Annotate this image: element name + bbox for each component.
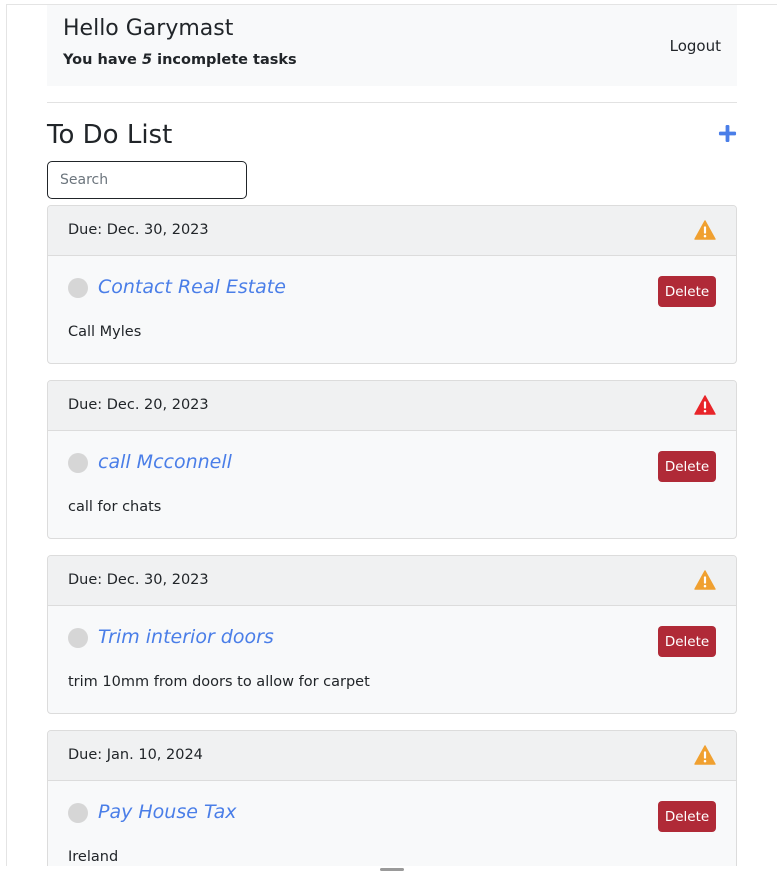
warning-orange-icon [694,570,716,590]
task-card-body: Pay House Tax Delete Ireland [48,781,736,866]
due-date: Due: Dec. 20, 2023 [68,397,209,413]
header-bar: Hello Garymast You have 5 incomplete tas… [47,5,737,86]
due-date: Due: Dec. 30, 2023 [68,222,209,238]
main-container: Hello Garymast You have 5 incomplete tas… [47,5,737,866]
delete-button[interactable]: Delete [658,276,716,307]
summary-suffix: incomplete tasks [152,52,297,68]
task-card-header: Due: Dec. 30, 2023 [48,206,736,256]
scrollbar-handle[interactable] [380,868,404,871]
task-card-body: Contact Real Estate Delete Call Myles [48,256,736,363]
task-description: trim 10mm from doors to allow for carpet [68,674,370,690]
task-title[interactable]: Pay House Tax [98,801,236,823]
incomplete-tasks-summary: You have 5 incomplete tasks [63,52,297,68]
task-title[interactable]: Trim interior doors [98,626,274,648]
due-date: Due: Jan. 10, 2024 [68,747,203,763]
task-card-body: call Mcconnell Delete call for chats [48,431,736,538]
complete-toggle[interactable] [68,628,88,648]
task-card-header: Due: Dec. 30, 2023 [48,556,736,606]
incomplete-count: 5 [141,52,153,68]
task-card: Due: Dec. 30, 2023 Trim interior doors D… [47,555,737,714]
task-description: call for chats [68,499,162,515]
warning-orange-icon [694,220,716,240]
task-card-body: Trim interior doors Delete trim 10mm fro… [48,606,736,713]
task-card: Due: Dec. 30, 2023 Contact Real Estate D… [47,205,737,364]
due-date: Due: Dec. 30, 2023 [68,572,209,588]
search-input[interactable] [47,161,247,199]
page-title: To Do List [47,120,173,150]
task-description: Ireland [68,849,119,865]
summary-prefix: You have [63,52,142,68]
task-title[interactable]: Contact Real Estate [98,276,286,298]
task-card: Due: Dec. 20, 2023 call Mcconnell Delete… [47,380,737,539]
logout-link[interactable]: Logout [670,37,721,55]
complete-toggle[interactable] [68,453,88,473]
delete-button[interactable]: Delete [658,801,716,832]
greeting-heading: Hello Garymast [63,16,234,41]
plus-icon[interactable] [718,124,737,143]
task-card: Due: Jan. 10, 2024 Pay House Tax Delete … [47,730,737,866]
warning-orange-icon [694,745,716,765]
task-card-header: Due: Dec. 20, 2023 [48,381,736,431]
header-divider [47,102,737,103]
delete-button[interactable]: Delete [658,451,716,482]
complete-toggle[interactable] [68,803,88,823]
task-description: Call Myles [68,324,142,340]
delete-button[interactable]: Delete [658,626,716,657]
complete-toggle[interactable] [68,278,88,298]
task-card-header: Due: Jan. 10, 2024 [48,731,736,781]
task-list: Due: Dec. 30, 2023 Contact Real Estate D… [47,205,737,866]
page-frame: Hello Garymast You have 5 incomplete tas… [6,4,777,866]
task-title[interactable]: call Mcconnell [98,451,232,473]
warning-red-icon [694,395,716,415]
